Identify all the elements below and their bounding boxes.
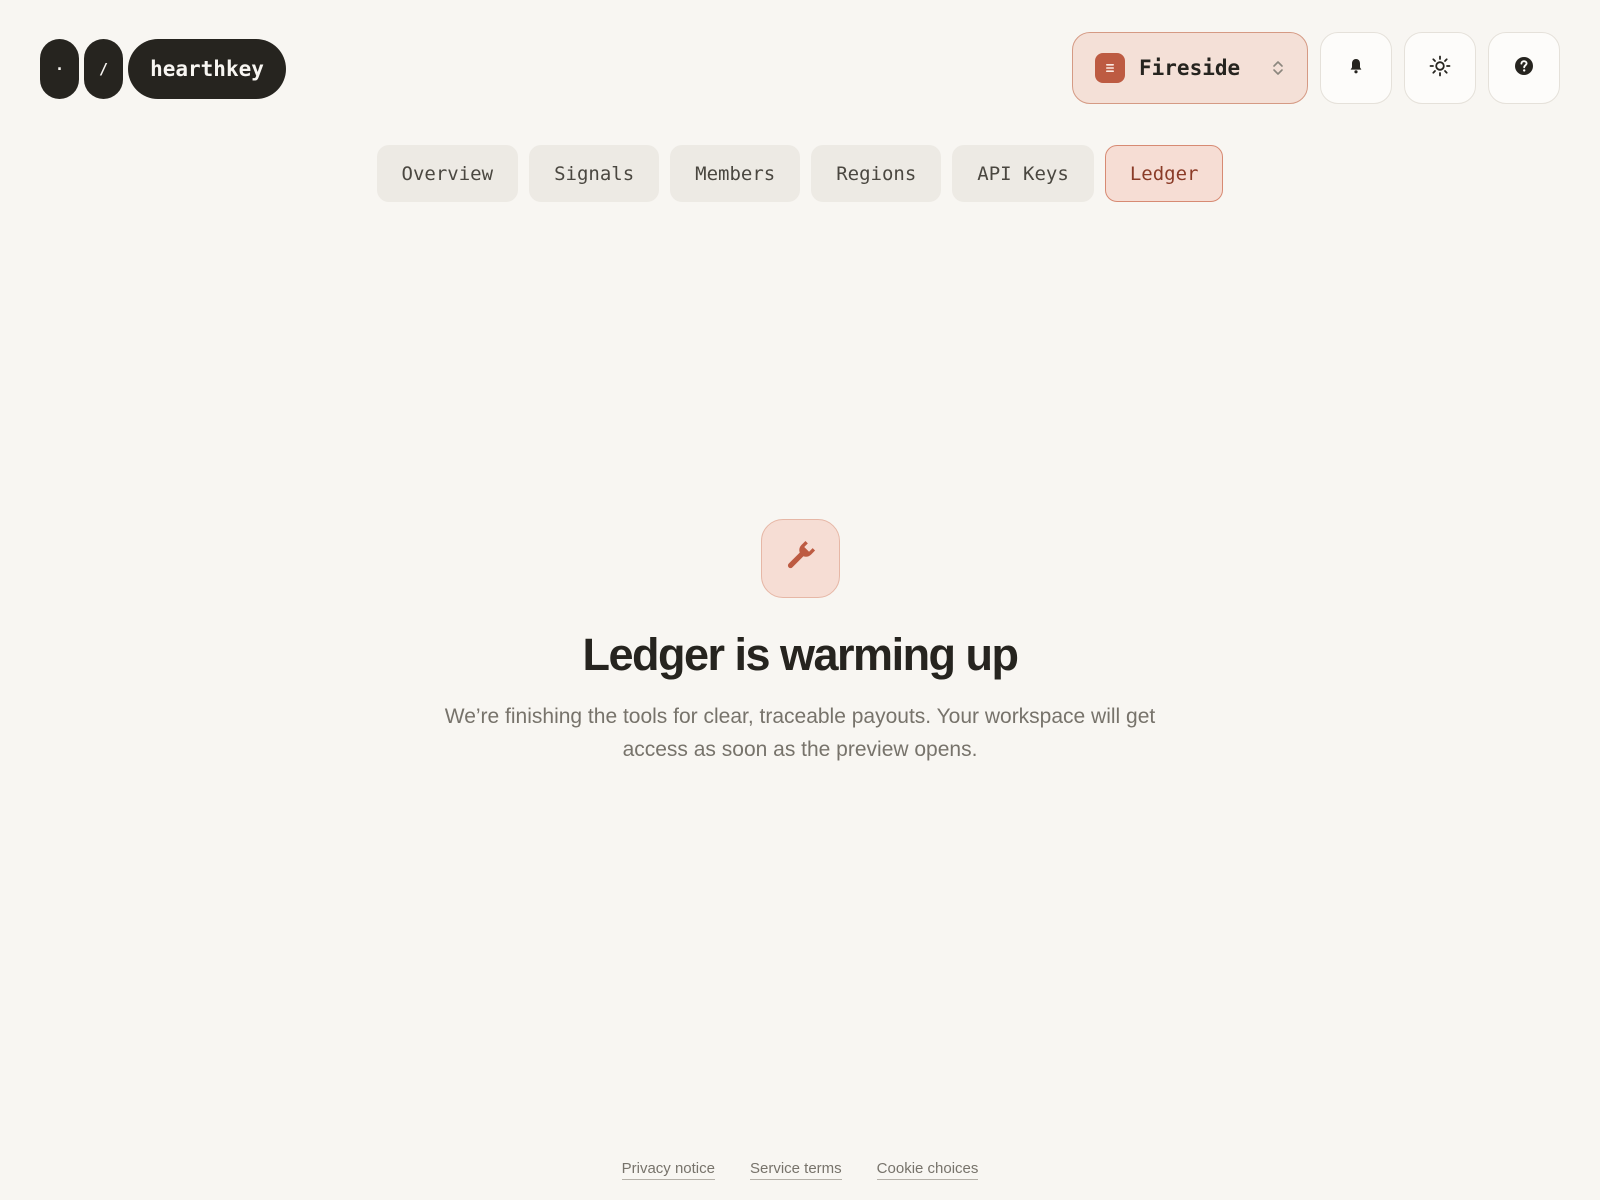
workspace-name: Fireside xyxy=(1139,56,1241,80)
empty-state-title: Ledger is warming up xyxy=(582,629,1019,680)
empty-state-description: We’re finishing the tools for clear, tra… xyxy=(444,704,1156,761)
empty-state-badge xyxy=(760,519,840,598)
brand-mark-slash: / xyxy=(84,39,123,99)
document-lines-icon xyxy=(1095,53,1125,83)
cookie-choices-link[interactable]: Cookie choices xyxy=(876,1160,979,1180)
section-tabs: Overview Signals Members Regions API Key… xyxy=(0,145,1600,202)
header-actions: Fireside xyxy=(1072,32,1560,104)
wrench-icon xyxy=(780,536,820,581)
tab-api-keys[interactable]: API Keys xyxy=(952,145,1094,202)
brand-logo[interactable]: · / hearthkey xyxy=(40,39,286,99)
help-circle-icon xyxy=(1514,56,1534,81)
empty-state: Ledger is warming up We’re finishing the… xyxy=(0,519,1600,766)
notifications-button[interactable] xyxy=(1320,32,1392,104)
help-button[interactable] xyxy=(1488,32,1560,104)
privacy-notice-link[interactable]: Privacy notice xyxy=(621,1160,715,1180)
workspace-switcher[interactable]: Fireside xyxy=(1072,32,1308,104)
sun-icon xyxy=(1429,55,1451,82)
tab-regions[interactable]: Regions xyxy=(811,145,942,202)
page: · / hearthkey Fireside Overview Signals … xyxy=(0,0,1600,1200)
chevron-up-down-icon xyxy=(1271,58,1285,78)
tab-ledger[interactable]: Ledger xyxy=(1104,145,1224,202)
bell-icon xyxy=(1348,57,1364,80)
service-terms-link[interactable]: Service terms xyxy=(749,1160,842,1180)
tab-signals[interactable]: Signals xyxy=(529,145,660,202)
brand-mark-dot: · xyxy=(40,39,79,99)
footer-links: Privacy notice Service terms Cookie choi… xyxy=(0,1160,1600,1180)
brand-wordmark: hearthkey xyxy=(128,39,286,99)
theme-toggle-button[interactable] xyxy=(1404,32,1476,104)
tab-members[interactable]: Members xyxy=(670,145,801,202)
tab-overview[interactable]: Overview xyxy=(376,145,519,202)
